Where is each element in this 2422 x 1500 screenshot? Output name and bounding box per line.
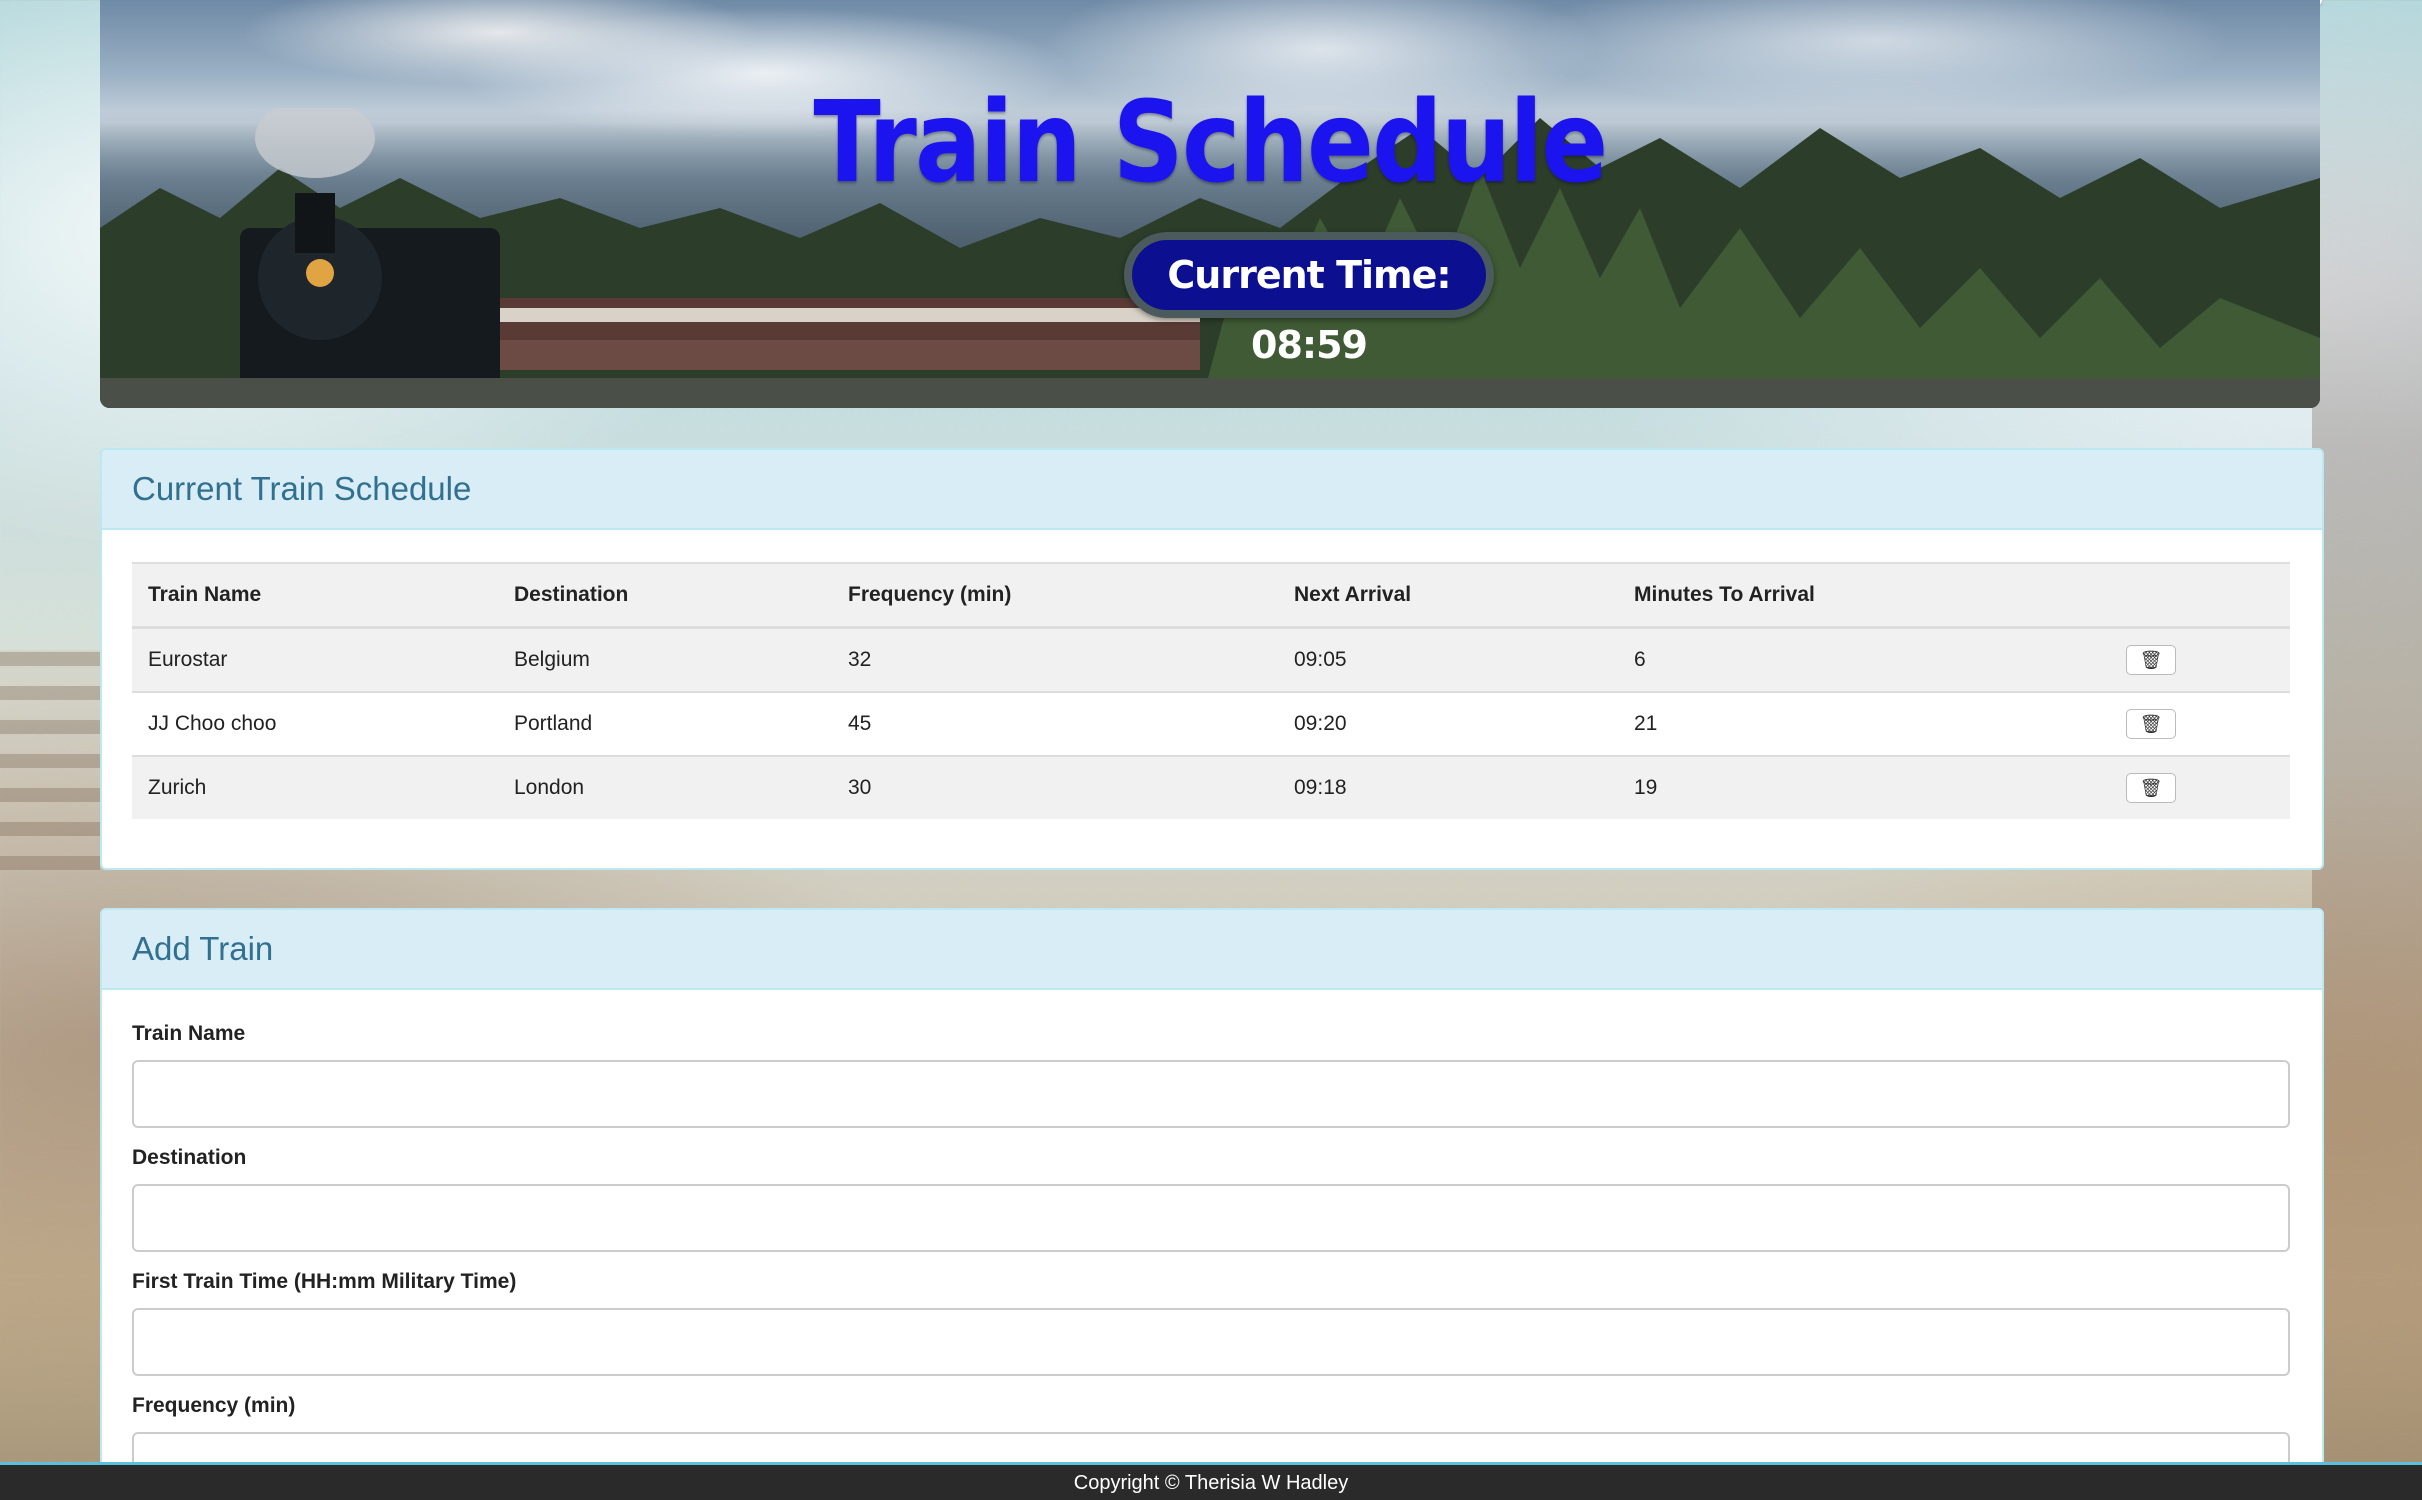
add-train-panel-heading: Add Train	[102, 910, 2322, 990]
destination-label: Destination	[132, 1146, 247, 1169]
cell-minutes-to-arrival: 19	[1618, 755, 2110, 819]
trash-icon: 🗑	[2139, 650, 2163, 670]
form-group-train-name: Train Name	[132, 1022, 2292, 1128]
schedule-panel: Current Train Schedule Train Name Destin…	[100, 448, 2324, 870]
cell-actions: 🗑	[2110, 691, 2290, 756]
form-group-first-train-time: First Train Time (HH:mm Military Time)	[132, 1270, 2292, 1376]
train-name-input[interactable]	[132, 1060, 2290, 1128]
cell-next-arrival: 09:18	[1278, 755, 1618, 819]
delete-train-button[interactable]: 🗑	[2126, 645, 2176, 675]
cell-frequency: 32	[832, 626, 1278, 692]
cell-train-name: Eurostar	[132, 626, 498, 692]
background-fence	[0, 650, 100, 870]
table-row: JJ Choo choo Portland 45 09:20 21 🗑	[132, 691, 2290, 756]
cell-minutes-to-arrival: 6	[1618, 626, 2110, 692]
cell-actions: 🗑	[2110, 626, 2290, 692]
cell-frequency: 45	[832, 691, 1278, 756]
table-header-row: Train Name Destination Frequency (min) N…	[132, 562, 2290, 629]
column-header-frequency: Frequency (min)	[832, 562, 1278, 629]
page-title: Train Schedule	[813, 78, 1609, 208]
delete-train-button[interactable]: 🗑	[2126, 709, 2176, 739]
frequency-label: Frequency (min)	[132, 1394, 296, 1417]
cell-actions: 🗑	[2110, 755, 2290, 819]
current-time-badge: Current Time: 08:59	[1124, 232, 1494, 367]
cell-train-name: JJ Choo choo	[132, 691, 498, 756]
cell-destination: Portland	[498, 691, 832, 756]
footer: Copyright © Therisia W Hadley	[0, 1462, 2422, 1500]
column-header-next-arrival: Next Arrival	[1278, 562, 1618, 629]
cell-destination: London	[498, 755, 832, 819]
cell-frequency: 30	[832, 755, 1278, 819]
column-header-train-name: Train Name	[132, 562, 498, 629]
background-trees	[2312, 0, 2422, 1500]
first-train-time-input[interactable]	[132, 1308, 2290, 1376]
cell-train-name: Zurich	[132, 755, 498, 819]
trash-icon: 🗑	[2139, 714, 2163, 734]
current-time-label: Current Time: 08:59	[1132, 240, 1486, 367]
cell-next-arrival: 09:05	[1278, 626, 1618, 692]
add-train-form: Train Name Destination First Train Time …	[102, 990, 2322, 1500]
hero-banner: Train Schedule Current Time: 08:59	[100, 0, 2320, 408]
trash-icon: 🗑	[2139, 778, 2163, 798]
schedule-panel-heading: Current Train Schedule	[102, 450, 2322, 530]
table-row: Eurostar Belgium 32 09:05 6 🗑	[132, 626, 2290, 692]
train-name-label: Train Name	[132, 1022, 246, 1045]
delete-train-button[interactable]: 🗑	[2126, 773, 2176, 803]
column-header-actions	[2110, 562, 2290, 629]
add-train-panel: Add Train Train Name Destination First T…	[100, 908, 2324, 1500]
footer-copyright: Copyright © Therisia W Hadley	[1073, 1472, 1349, 1494]
cell-destination: Belgium	[498, 626, 832, 692]
form-group-destination: Destination	[132, 1146, 2292, 1252]
cell-next-arrival: 09:20	[1278, 691, 1618, 756]
column-header-minutes-to-arrival: Minutes To Arrival	[1618, 562, 2110, 629]
destination-input[interactable]	[132, 1184, 2290, 1252]
cell-minutes-to-arrival: 21	[1618, 691, 2110, 756]
column-header-destination: Destination	[498, 562, 832, 629]
table-row: Zurich London 30 09:18 19 🗑	[132, 755, 2290, 819]
first-train-time-label: First Train Time (HH:mm Military Time)	[132, 1270, 517, 1293]
schedule-table: Train Name Destination Frequency (min) N…	[132, 562, 2290, 819]
